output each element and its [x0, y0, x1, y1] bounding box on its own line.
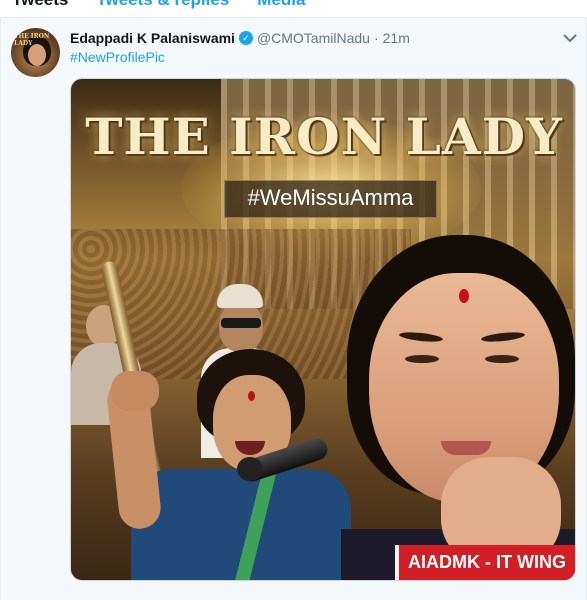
image-hashtag: #WeMissuAmma: [247, 185, 414, 210]
microphone-head: [237, 457, 263, 481]
figure-glasses: [221, 318, 261, 328]
tweet-media-image[interactable]: THE IRON LADY #WeMissuAmma AIADMK - IT W…: [70, 78, 576, 581]
image-title: THE IRON LADY: [85, 107, 563, 166]
tweet-header: Edappadi K Palaniswami ✓ @CMOTamilNadu ·…: [70, 28, 576, 48]
portrait-eye-right: [485, 355, 519, 363]
chevron-down-svg: [563, 33, 577, 42]
tab-tweets[interactable]: Tweets: [0, 0, 82, 17]
verified-badge-icon: ✓: [238, 31, 253, 45]
tab-media[interactable]: Media: [243, 0, 319, 17]
speaker-bindi: [248, 391, 255, 401]
speaker-figure: [105, 349, 351, 580]
tweet-timestamp[interactable]: 21m: [383, 30, 410, 46]
twitter-profile-timeline: Tweets Tweets & replies Media THE IRON L…: [0, 0, 587, 600]
tab-tweets-and-replies[interactable]: Tweets & replies: [82, 0, 243, 17]
portrait-figure: [341, 229, 575, 580]
tweet-hashtag-link[interactable]: #NewProfilePic: [70, 49, 165, 65]
avatar[interactable]: THE IRON LADY: [11, 28, 60, 77]
portrait-bindi: [459, 289, 469, 303]
speaker-fist: [111, 371, 159, 411]
profile-tabs: Tweets Tweets & replies Media: [0, 0, 587, 18]
chevron-down-icon[interactable]: [560, 28, 580, 48]
figure-cap: [217, 284, 263, 308]
avatar-face: [28, 44, 46, 66]
avatar-caption: THE IRON LADY: [14, 33, 50, 47]
aiadmk-it-wing-badge: AIADMK - IT WING: [395, 545, 575, 580]
author-handle[interactable]: @CMOTamilNadu: [257, 30, 370, 46]
portrait-lips: [441, 441, 491, 455]
separator-dot: ·: [373, 30, 379, 46]
portrait-eye-left: [405, 355, 439, 363]
tweet-card[interactable]: THE IRON LADY Edappadi K Palaniswami ✓ @…: [0, 18, 587, 600]
author-name[interactable]: Edappadi K Palaniswami: [70, 30, 235, 46]
